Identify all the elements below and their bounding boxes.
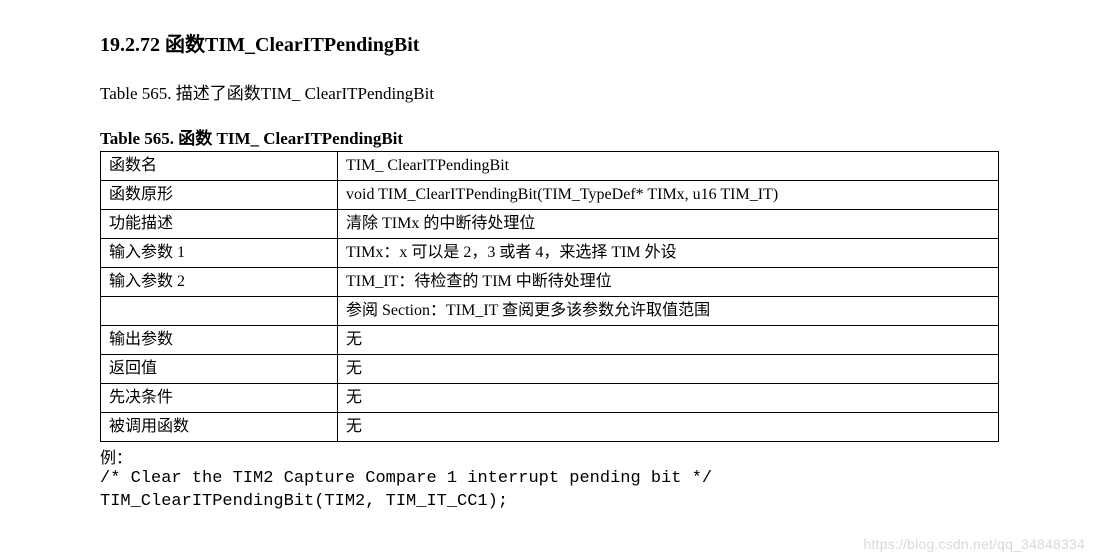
table-row: 函数原形 void TIM_ClearITPendingBit(TIM_Type…: [101, 181, 999, 210]
row-label: 输入参数 2: [101, 268, 338, 297]
row-label: 输出参数: [101, 326, 338, 355]
table-row: 输入参数 2 TIM_IT：待检查的 TIM 中断待处理位: [101, 268, 999, 297]
row-value: TIM_IT：待检查的 TIM 中断待处理位: [338, 268, 999, 297]
row-value: TIM_ ClearITPendingBit: [338, 152, 999, 181]
section-number: 19.2.72: [100, 34, 160, 56]
row-label: 函数原形: [101, 181, 338, 210]
row-label: 返回值: [101, 355, 338, 384]
row-label: 输入参数 1: [101, 239, 338, 268]
row-value: 无: [338, 384, 999, 413]
section-heading: 19.2.72 函数TIM_ClearITPendingBit: [100, 28, 999, 57]
example-label: 例：: [100, 444, 999, 468]
table-row: 先决条件 无: [101, 384, 999, 413]
table-row: 参阅 Section：TIM_IT 查阅更多该参数允许取值范围: [101, 297, 999, 326]
table-row: 被调用函数 无: [101, 413, 999, 442]
table-row: 功能描述 清除 TIMx 的中断待处理位: [101, 210, 999, 239]
row-value: 清除 TIMx 的中断待处理位: [338, 210, 999, 239]
document-content: 19.2.72 函数TIM_ClearITPendingBit Table 56…: [0, 0, 1099, 534]
table-row: 函数名 TIM_ ClearITPendingBit: [101, 152, 999, 181]
code-line: /* Clear the TIM2 Capture Compare 1 inte…: [100, 469, 712, 488]
example-code: /* Clear the TIM2 Capture Compare 1 inte…: [100, 468, 999, 514]
row-label: [101, 297, 338, 326]
table-caption: Table 565. 函数 TIM_ ClearITPendingBit: [100, 124, 999, 149]
row-value: 无: [338, 355, 999, 384]
row-label: 被调用函数: [101, 413, 338, 442]
table-row: 返回值 无: [101, 355, 999, 384]
table-row: 输入参数 1 TIMx：x 可以是 2，3 或者 4，来选择 TIM 外设: [101, 239, 999, 268]
section-description: Table 565. 描述了函数TIM_ ClearITPendingBit: [100, 79, 999, 104]
code-line: TIM_ClearITPendingBit(TIM2, TIM_IT_CC1);: [100, 492, 508, 511]
watermark: https://blog.csdn.net/qq_34848334: [864, 536, 1085, 552]
row-value: TIMx：x 可以是 2，3 或者 4，来选择 TIM 外设: [338, 239, 999, 268]
row-label: 功能描述: [101, 210, 338, 239]
row-label: 先决条件: [101, 384, 338, 413]
function-table: 函数名 TIM_ ClearITPendingBit 函数原形 void TIM…: [100, 151, 999, 442]
table-row: 输出参数 无: [101, 326, 999, 355]
row-label: 函数名: [101, 152, 338, 181]
row-value: void TIM_ClearITPendingBit(TIM_TypeDef* …: [338, 181, 999, 210]
row-value: 无: [338, 326, 999, 355]
row-value: 参阅 Section：TIM_IT 查阅更多该参数允许取值范围: [338, 297, 999, 326]
section-title-text: 函数TIM_ClearITPendingBit: [165, 34, 419, 56]
row-value: 无: [338, 413, 999, 442]
